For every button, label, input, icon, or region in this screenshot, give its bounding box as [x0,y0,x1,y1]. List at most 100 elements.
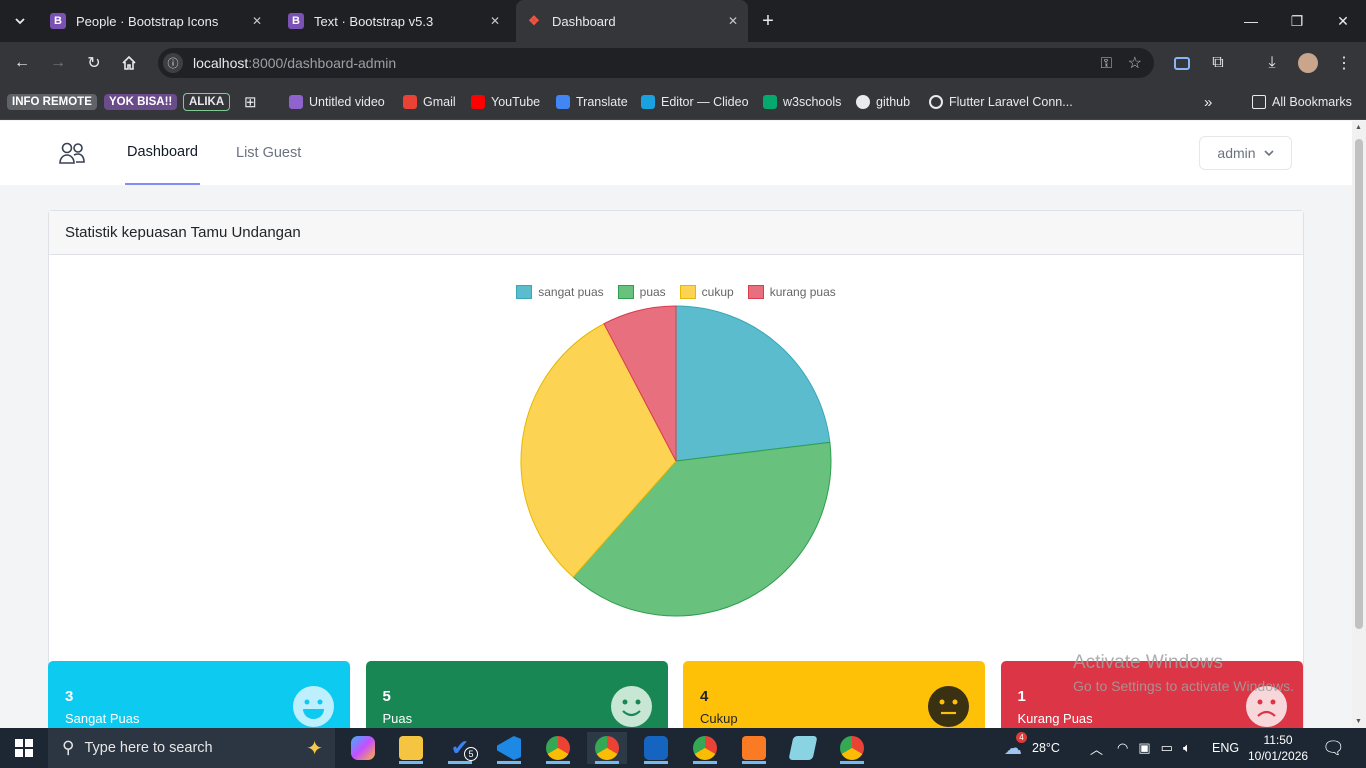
back-button[interactable]: ← [9,50,35,76]
legend-item[interactable]: kurang puas [747,285,836,299]
notification-icon: 🗨︎ [1322,737,1345,758]
browser-tab-strip: B People · Bootstrap Icons ✕ B Text · Bo… [0,0,1366,42]
pie-slice-sangat-puas[interactable] [675,305,831,462]
bookmark-item[interactable]: Untitled video [289,92,385,112]
bookmark-label: Editor — Clideo [661,95,749,109]
legend-item[interactable]: sangat puas [516,285,604,299]
notification-button[interactable]: 🗨︎ [1322,728,1345,768]
downloads-button[interactable]: ⤓ [1259,50,1285,76]
minimize-button[interactable]: — [1228,0,1274,42]
reload-button[interactable]: ↻ [81,50,107,76]
clock[interactable]: 11:50 10/01/2026 [1248,728,1308,768]
restore-icon: ❐ [1290,12,1304,29]
legend-item[interactable]: cukup [679,285,734,299]
bookmark-item[interactable]: INFO REMOTE [7,92,97,112]
chrome-icon [840,736,864,760]
clock-date: 10/01/2026 [1248,749,1309,763]
chart-legend: sangat puas puas cukup kurang puas [49,285,1303,299]
scroll-thumb[interactable] [1355,139,1363,629]
home-button[interactable] [116,50,142,76]
language-indicator[interactable]: ENG [1212,728,1239,768]
camera-icon [644,736,668,760]
chrome-icon [546,736,570,760]
chevron-up-icon[interactable]: ︿ [1090,739,1103,758]
bookmark-item[interactable]: ALIKA [183,92,231,112]
network-icon: ▣ [1138,740,1151,755]
bootstrap-icon: B [50,13,66,29]
address-bar[interactable]: ⓘ localhost:8000/dashboard-admin ⚿ ☆ [158,48,1154,78]
taskbar-app-chrome-active[interactable] [587,732,627,764]
taskbar-app-vscode[interactable] [489,732,529,764]
taskbar-app-recorder[interactable] [636,732,676,764]
close-icon[interactable]: ✕ [728,14,738,28]
bookmark-item[interactable]: w3schools [763,92,841,112]
bookmark-item[interactable]: Translate [556,92,628,112]
browser-tab[interactable]: B Text · Bootstrap v5.3 ✕ [278,0,510,42]
weather-widget[interactable]: ☁ 4 28°C [1004,728,1060,768]
new-tab-button[interactable]: + [750,0,786,42]
chrome-icon [693,736,717,760]
scroll-up-icon[interactable]: ▲ [1355,124,1362,131]
bookmark-item[interactable]: YouTube [471,92,540,112]
app-logo[interactable] [58,141,86,168]
bookmark-star-icon[interactable]: ☆ [1128,53,1142,73]
bookmark-item[interactable]: Gmail [403,92,456,112]
scroll-down-icon[interactable]: ▼ [1355,718,1362,725]
restore-button[interactable]: ❐ [1274,0,1320,42]
taskbar-app-chrome-alt[interactable] [832,732,872,764]
kebab-menu-icon: ⋮ [1336,55,1352,72]
language-label: ENG [1212,741,1240,755]
bootstrap-icon: B [288,13,304,29]
nav-list-guest[interactable]: List Guest [236,121,301,185]
clideo-icon [641,95,655,109]
user-dropdown[interactable]: admin [1199,136,1292,170]
search-icon: ⚲ [62,738,75,757]
taskbar-app-xampp[interactable] [734,732,774,764]
taskbar-app-notes[interactable] [783,732,823,764]
nav-label: List Guest [236,145,302,161]
legend-label: puas [639,285,666,299]
taskbar-app-explorer[interactable] [391,732,431,764]
page-scrollbar[interactable]: ▲ ▼ [1352,121,1366,728]
taskbar-search[interactable]: ⚲ Type here to search ✦ [48,728,335,768]
home-icon [122,55,136,70]
taskbar-app-todo[interactable]: ✔ 5 [440,732,480,764]
close-window-button[interactable]: ✕ [1320,0,1366,42]
profile-button[interactable] [1295,50,1321,76]
site-info-icon[interactable]: ⓘ [163,53,183,73]
browser-tab-active[interactable]: ❖ Dashboard ✕ [516,0,748,42]
all-bookmarks-button[interactable]: All Bookmarks [1252,92,1352,112]
tab-title: People · Bootstrap Icons [76,13,219,29]
browser-toolbar: ← → ↻ ⓘ localhost:8000/dashboard-admin ⚿… [0,42,1366,84]
bookmark-item[interactable]: github [856,92,910,112]
menu-button[interactable]: ⋮ [1331,50,1357,76]
more-bookmarks-button[interactable]: » [1204,92,1212,112]
bookmark-item[interactable]: Flutter Laravel Conn... [929,92,1073,112]
double-chevron-right-icon: » [1204,93,1213,111]
screen-cast-button[interactable] [1169,50,1195,76]
bookmark-item[interactable]: YOK BISA!! [104,92,178,112]
taskbar-app-chrome-profile[interactable] [685,732,725,764]
extensions-button[interactable]: ⧉ [1205,50,1231,76]
xampp-icon [742,736,766,760]
badge-count: 5 [464,747,478,761]
close-icon[interactable]: ✕ [252,14,262,28]
watermark-title: Activate Windows [1073,652,1223,673]
url-host: localhost [193,55,249,71]
nav-dashboard[interactable]: Dashboard [125,121,200,185]
taskbar-app-copilot[interactable] [343,732,383,764]
close-icon[interactable]: ✕ [490,14,500,28]
legend-item[interactable]: puas [617,285,666,299]
password-key-icon[interactable]: ⚿ [1101,55,1112,72]
wifi-icon: ◠ [1117,740,1129,755]
tab-search-button[interactable] [0,0,40,42]
tray-icons[interactable]: ︿ ◠ ▣ ▭ 🔈︎ [1090,728,1191,768]
bookmark-item[interactable]: Editor — Clideo [641,92,749,112]
apps-button[interactable]: ⊞ [244,92,257,112]
forward-button[interactable]: → [45,50,71,76]
people-icon [59,142,85,164]
clock-time: 11:50 [1263,733,1293,747]
taskbar-app-chrome[interactable] [538,732,578,764]
browser-tab[interactable]: B People · Bootstrap Icons ✕ [40,0,272,42]
start-button[interactable] [4,732,44,764]
